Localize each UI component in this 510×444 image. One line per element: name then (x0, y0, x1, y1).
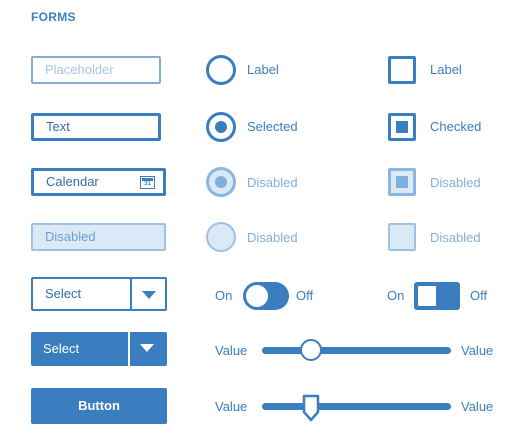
toggle-on-label: On (215, 288, 233, 303)
radio-selected-disabled (206, 167, 236, 197)
toggle-switch[interactable] (243, 282, 289, 310)
calendar-input-label: Calendar (46, 174, 99, 189)
calendar-day: 31 (144, 181, 151, 187)
radio-label: Disabled (247, 175, 298, 190)
radio-disabled (206, 222, 236, 252)
toggle-switch-square[interactable] (414, 282, 460, 310)
placeholder-input[interactable]: Placeholder (31, 56, 161, 84)
select-filled[interactable]: Select (31, 332, 167, 366)
checkbox-label: Disabled (430, 175, 481, 190)
radio-label: Selected (247, 119, 298, 134)
radio-dot (215, 121, 227, 133)
slider-track[interactable] (262, 347, 451, 354)
calendar-icon[interactable]: 31 (140, 176, 155, 189)
slider-track[interactable] (262, 403, 451, 410)
checkbox-checked-disabled (388, 168, 416, 196)
select-filled-label: Select (43, 341, 80, 356)
radio-dot (215, 176, 227, 188)
chevron-down-icon[interactable] (140, 344, 154, 352)
select-divider (130, 279, 132, 309)
slider-max-label: Value (461, 399, 494, 414)
checkbox-mark (396, 121, 408, 133)
slider-min-label: Value (215, 343, 248, 358)
checkbox-disabled (388, 223, 416, 251)
slider-min-label: Value (215, 399, 248, 414)
toggle-off-label: Off (296, 288, 314, 303)
radio-unchecked[interactable] (206, 55, 236, 85)
chevron-down-icon[interactable] (142, 291, 156, 299)
select-outline-label: Select (45, 286, 82, 301)
checkbox-mark (396, 176, 408, 188)
select-divider (128, 332, 130, 366)
toggle-knob[interactable] (246, 285, 268, 307)
disabled-input: Disabled (31, 223, 166, 251)
toggle-on-label: On (387, 288, 405, 303)
checkbox-checked[interactable] (388, 113, 416, 141)
toggle-knob[interactable] (418, 286, 436, 306)
slider-max-label: Value (461, 343, 494, 358)
checkbox-unchecked[interactable] (388, 56, 416, 84)
section-title: FORMS (31, 10, 76, 24)
calendar-input[interactable]: Calendar 31 (31, 168, 166, 196)
radio-selected[interactable] (206, 112, 236, 142)
select-outline[interactable]: Select (31, 277, 167, 311)
radio-label: Disabled (247, 230, 298, 245)
text-input[interactable]: Text (31, 113, 161, 141)
primary-button[interactable]: Button (31, 388, 167, 424)
checkbox-label: Label (430, 62, 462, 77)
slider-thumb[interactable] (300, 339, 323, 361)
checkbox-label: Disabled (430, 230, 481, 245)
radio-label: Label (247, 62, 279, 77)
checkbox-label: Checked (430, 119, 482, 134)
toggle-off-label: Off (470, 288, 488, 303)
slider-pointer-thumb[interactable] (302, 394, 320, 422)
